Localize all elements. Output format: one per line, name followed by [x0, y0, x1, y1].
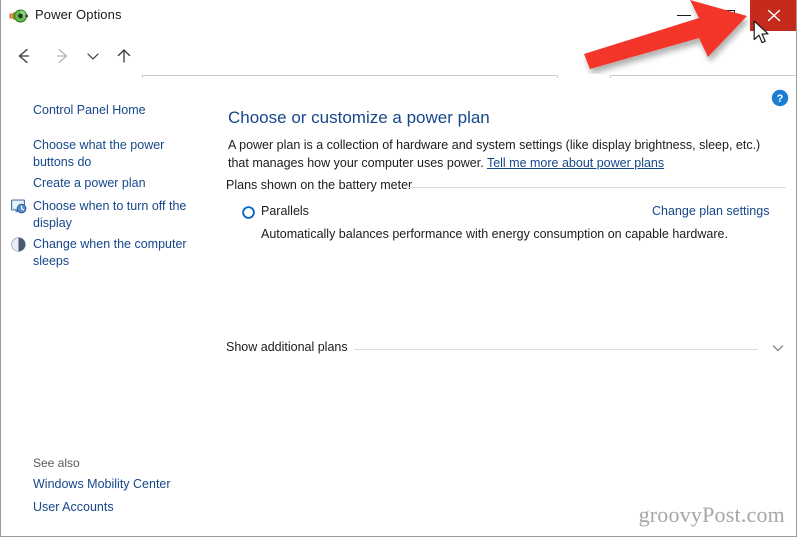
moon-sleep-icon [10, 236, 27, 253]
back-icon[interactable] [13, 45, 35, 67]
watermark: groovyPost.com [638, 502, 785, 527]
sidebar-item-control-panel-home[interactable]: Control Panel Home [33, 102, 146, 119]
power-plug-battery-icon [9, 6, 29, 26]
up-one-level-icon[interactable] [113, 45, 135, 67]
page-title: Choose or customize a power plan [228, 108, 490, 127]
plan-description-parallels: Automatically balances performance with … [261, 227, 728, 241]
plans-group-header: Plans shown on the battery meter [226, 178, 786, 194]
sidebar-item-create-power-plan[interactable]: Create a power plan [33, 175, 146, 192]
monitor-clock-icon [10, 198, 27, 215]
radio-plan-parallels[interactable] [242, 206, 255, 219]
close-icon [767, 9, 781, 22]
plans-group-label: Plans shown on the battery meter [226, 178, 413, 192]
help-icon[interactable]: ? [771, 89, 789, 107]
sidebar-item-change-when-computer-sleeps[interactable]: Change when the computer sleeps [33, 236, 193, 270]
content-area: Control Panel Home Choose what the power… [2, 78, 796, 536]
sidebar-task-pane: Control Panel Home Choose what the power… [2, 78, 215, 536]
see-also-item-user-accounts[interactable]: User Accounts [33, 499, 114, 516]
svg-text:?: ? [777, 93, 784, 105]
chevron-down-icon[interactable] [770, 341, 786, 355]
window-title: Power Options [35, 7, 122, 22]
show-additional-plans-label[interactable]: Show additional plans [226, 340, 348, 354]
see-also-item-windows-mobility-center[interactable]: Windows Mobility Center [33, 476, 171, 493]
tell-me-more-link[interactable]: Tell me more about power plans [487, 156, 664, 170]
minimize-icon [677, 15, 691, 16]
sidebar-item-choose-power-buttons[interactable]: Choose what the power buttons do [33, 137, 183, 171]
title-bar: Power Options [1, 0, 796, 32]
maximize-button[interactable] [707, 0, 753, 31]
additional-plans-divider [354, 349, 758, 350]
show-additional-plans-row[interactable]: Show additional plans [226, 340, 786, 356]
group-divider [406, 187, 786, 188]
forward-icon [51, 45, 73, 67]
plan-name-parallels[interactable]: Parallels [261, 204, 309, 218]
navigation-toolbar: « Hardware and Sound › Power Options [1, 31, 796, 101]
recent-locations-chevron-down-icon[interactable] [84, 48, 102, 64]
see-also-label: See also [33, 456, 80, 470]
sidebar-item-choose-when-turn-off-display[interactable]: Choose when to turn off the display [33, 198, 191, 232]
change-plan-settings-link[interactable]: Change plan settings [652, 204, 769, 218]
page-description: A power plan is a collection of hardware… [228, 136, 776, 172]
maximize-icon [724, 10, 735, 20]
main-pane: ? Choose or customize a power plan A pow… [215, 78, 796, 536]
power-options-window: Power Options Search Control Panel Contr… [0, 0, 797, 537]
minimize-button[interactable] [661, 0, 707, 31]
close-button[interactable] [750, 0, 796, 31]
